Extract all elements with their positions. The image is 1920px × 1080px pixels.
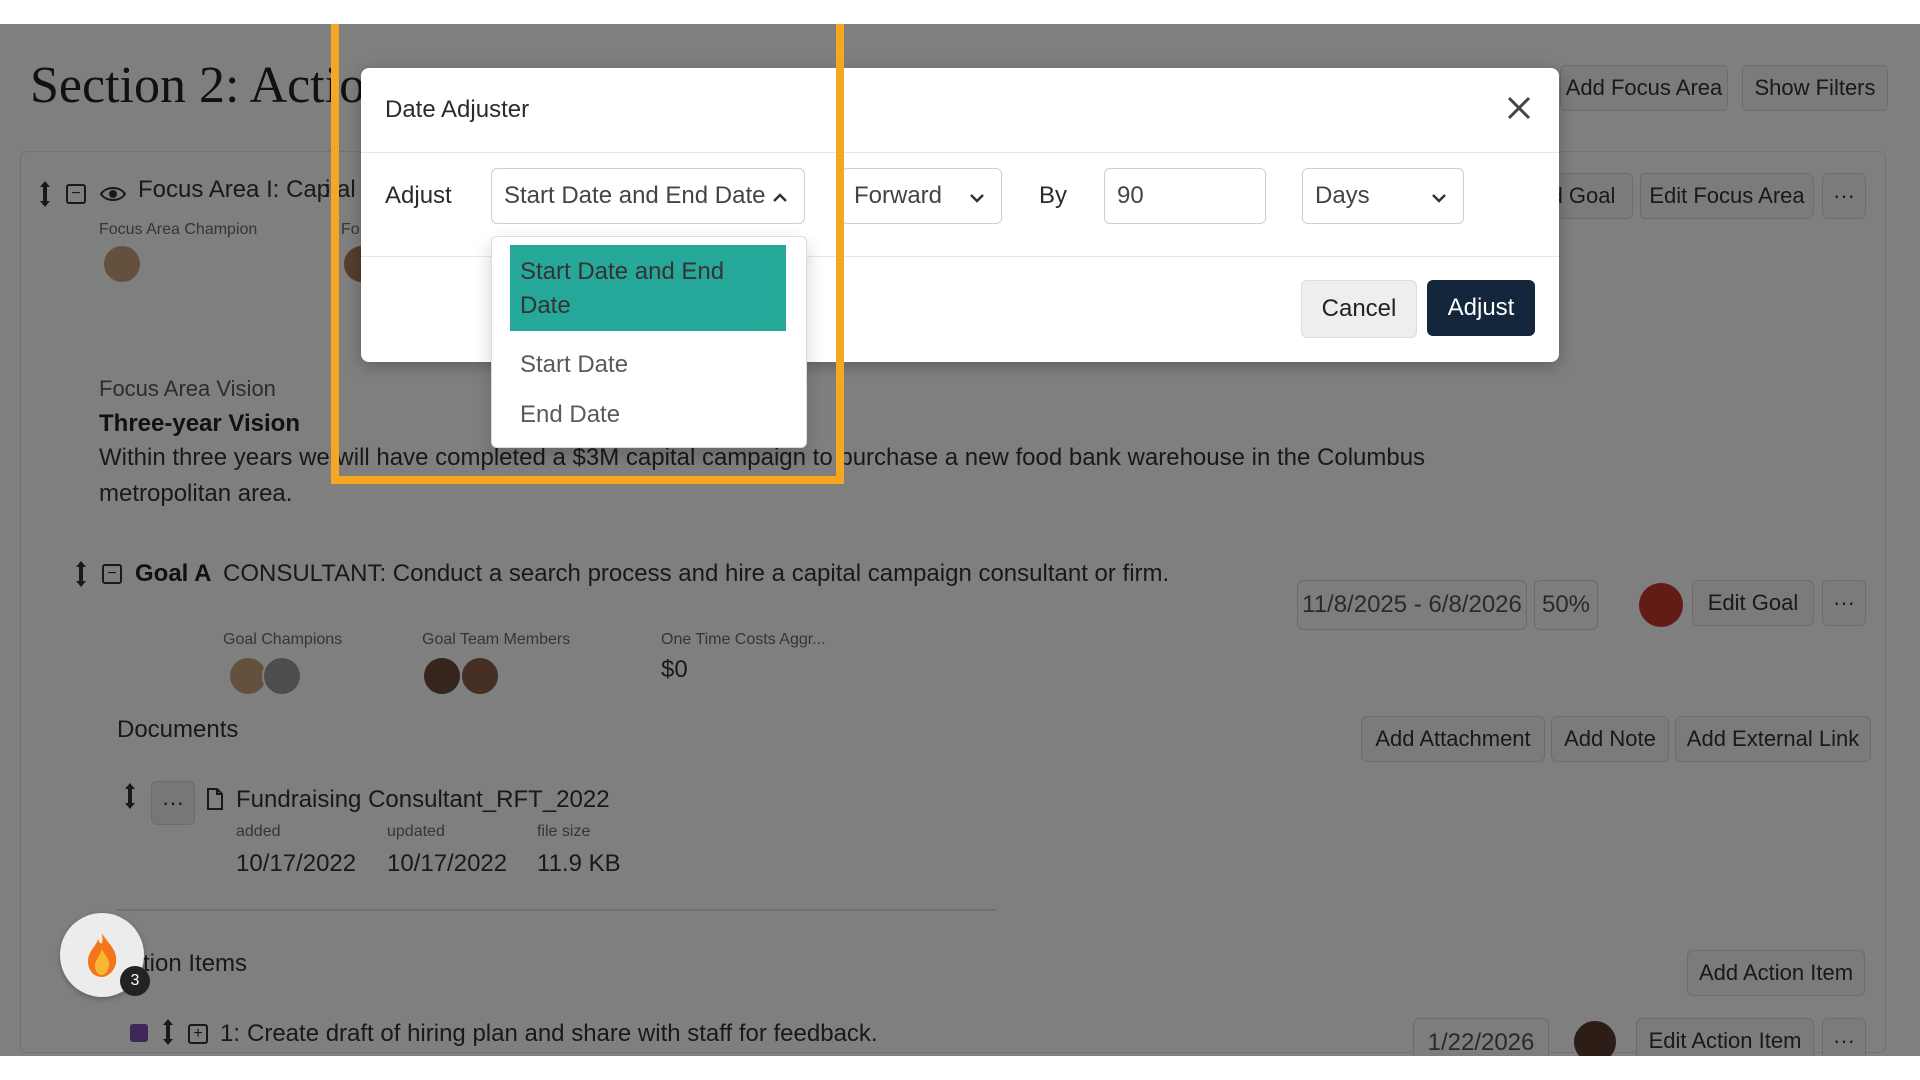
close-button[interactable] (1503, 94, 1535, 126)
chevron-down-icon (1429, 187, 1449, 207)
direction-select[interactable]: Forward (841, 168, 1002, 224)
cancel-button[interactable]: Cancel (1301, 280, 1417, 338)
close-icon (1505, 94, 1533, 127)
fire-icon (82, 931, 122, 984)
notification-count-badge: 3 (120, 966, 150, 996)
adjust-button[interactable]: Adjust (1427, 280, 1535, 336)
by-label: By (1039, 182, 1068, 209)
chevron-down-icon (967, 187, 987, 207)
unit-select-value: Days (1315, 182, 1370, 209)
adjust-amount-value: 90 (1117, 182, 1144, 209)
direction-select-value: Forward (854, 182, 943, 209)
adjust-amount-input[interactable]: 90 (1104, 168, 1266, 224)
unit-select[interactable]: Days (1302, 168, 1464, 224)
highlight-frame (331, 24, 844, 484)
app-viewport: Section 2: Actio Add Focus Area Show Fil… (0, 24, 1920, 1056)
